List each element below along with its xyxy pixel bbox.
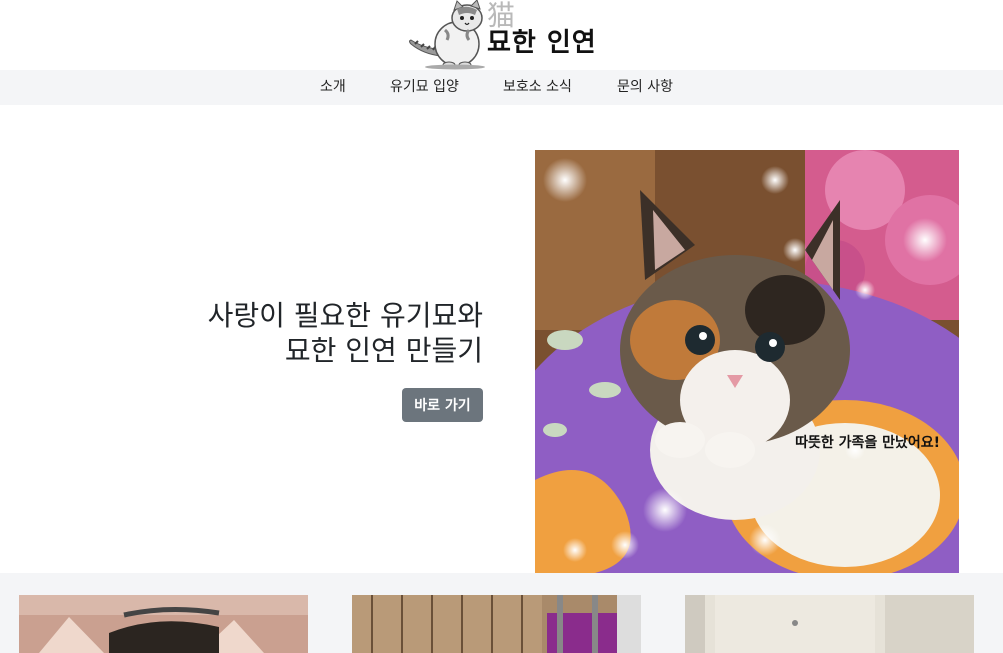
nav-item-inquiry[interactable]: 문의 사항 bbox=[617, 70, 673, 105]
main-nav: 소개 유기묘 입양 보호소 소식 문의 사항 bbox=[0, 70, 1003, 105]
hero-title-line1: 사랑이 필요한 유기묘와 bbox=[207, 299, 483, 332]
site-logo[interactable]: 猫 묘한 인연 bbox=[405, 0, 596, 70]
cat-card-2[interactable] bbox=[352, 595, 641, 653]
hero-image-caption: 따뜻한 가족을 만났어요! bbox=[795, 435, 940, 451]
nav-item-shelter-news[interactable]: 보호소 소식 bbox=[503, 70, 572, 105]
cat-card-1[interactable] bbox=[19, 595, 308, 653]
logo-text: 묘한 인연 bbox=[487, 28, 597, 58]
hero-cat-photo: 따뜻한 가족을 만났어요! bbox=[535, 150, 959, 573]
site-header: 猫 묘한 인연 bbox=[0, 0, 1003, 70]
nav-item-adoption[interactable]: 유기묘 입양 bbox=[390, 70, 459, 105]
logo-hanja: 猫 bbox=[487, 0, 516, 32]
cat-card-3[interactable] bbox=[685, 595, 974, 653]
cat-logo-icon bbox=[409, 0, 485, 70]
nav-item-intro[interactable]: 소개 bbox=[320, 70, 346, 105]
hero-title-line2: 묘한 인연 만들기 bbox=[284, 334, 483, 367]
hero-title: 사랑이 필요한 유기묘와 묘한 인연 만들기 bbox=[208, 298, 483, 368]
cat-photo-3-icon bbox=[685, 595, 974, 653]
cat-photo-2-icon bbox=[352, 595, 641, 653]
go-button[interactable]: 바로 가기 bbox=[402, 388, 483, 422]
kitten-photo-icon bbox=[535, 150, 959, 573]
cat-photo-1-icon bbox=[19, 595, 308, 653]
